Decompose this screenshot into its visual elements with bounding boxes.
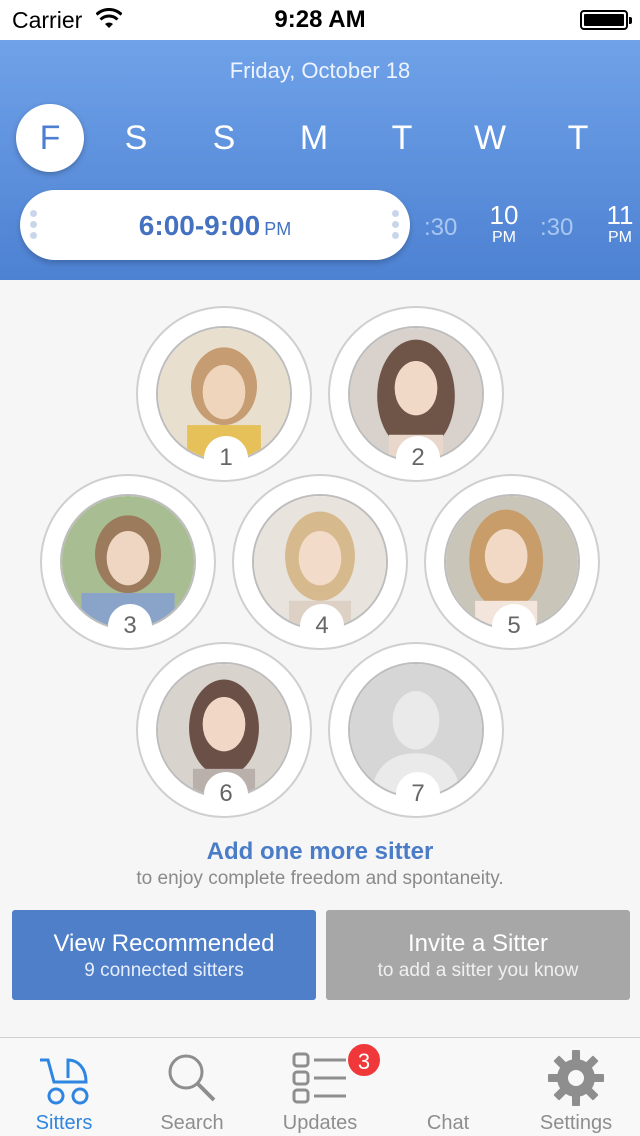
invite-sitter-title: Invite a Sitter	[407, 930, 549, 957]
sitter-slot-1[interactable]: 1	[136, 306, 312, 482]
sitter-number: 3	[108, 604, 152, 648]
view-recommended-button[interactable]: View Recommended 9 connected sitters	[12, 910, 316, 1000]
tab-sitters[interactable]: Sitters	[0, 1038, 128, 1136]
sitter-slot-3[interactable]: 3	[40, 474, 216, 650]
time-tick: 11 PM	[602, 202, 638, 248]
invite-sitter-button[interactable]: Invite a Sitter to add a sitter you know	[326, 910, 630, 1000]
day-thursday[interactable]: T	[546, 106, 610, 170]
tab-settings[interactable]: Settings	[512, 1038, 640, 1136]
schedule-header: Friday, October 18 F S S M T W T 6:00-9:…	[0, 40, 640, 280]
day-sunday[interactable]: S	[192, 106, 256, 170]
time-tick: :30	[424, 214, 458, 241]
day-saturday[interactable]: S	[104, 106, 168, 170]
day-wednesday[interactable]: W	[458, 106, 522, 170]
sitter-number: 5	[492, 604, 536, 648]
sitter-number: 4	[300, 604, 344, 648]
sitter-slot-2[interactable]: 2	[328, 306, 504, 482]
tab-search[interactable]: Search	[128, 1038, 256, 1136]
updates-badge: 3	[346, 1042, 382, 1078]
time-tick-hour: 11	[606, 200, 634, 230]
sitter-number: 6	[204, 772, 248, 816]
time-range-ampm: PM	[264, 219, 292, 239]
sitter-slot-4[interactable]: 4	[232, 474, 408, 650]
status-bar: Carrier 9:28 AM	[0, 0, 640, 40]
clock: 9:28 AM	[274, 6, 366, 33]
date-label: Friday, October 18	[229, 58, 411, 83]
invite-sitter-subtitle: to add a sitter you know	[377, 960, 579, 981]
right-drag-handle[interactable]	[392, 210, 400, 240]
tab-label: Search	[160, 1112, 224, 1134]
time-tick-ampm: PM	[492, 229, 516, 246]
time-tick-hour: 10	[489, 200, 519, 230]
time-tick-ampm: PM	[608, 229, 632, 246]
sitter-number: 7	[396, 772, 440, 816]
tab-label: Settings	[539, 1112, 613, 1134]
time-range-slider[interactable]: 6:00-9:00 PM	[20, 190, 410, 260]
tab-bar: Sitters Search Updates 3 Chat Settings	[0, 1037, 640, 1136]
list-icon	[292, 1052, 346, 1104]
sitter-slot-7-empty[interactable]: 7	[328, 642, 504, 818]
sitter-slot-5[interactable]: 5	[424, 474, 600, 650]
time-tick: 10 PM	[486, 202, 522, 248]
day-tuesday[interactable]: T	[370, 106, 434, 170]
tab-label: Sitters	[35, 1112, 93, 1134]
view-recommended-title: View Recommended	[53, 930, 275, 957]
time-tick: :30	[540, 214, 574, 241]
day-friday[interactable]: F	[16, 104, 84, 172]
sitter-number: 2	[396, 436, 440, 480]
time-range-value: 6:00-9:00	[138, 210, 261, 241]
add-sitter-subtitle: to enjoy complete freedom and spontaneit…	[136, 868, 504, 889]
tab-label: Updates	[282, 1112, 358, 1134]
time-range-label: 6:00-9:00 PM	[20, 210, 410, 242]
tab-chat[interactable]: Chat	[384, 1038, 512, 1136]
view-recommended-subtitle: 9 connected sitters	[84, 960, 244, 981]
search-icon	[168, 1054, 216, 1102]
day-monday[interactable]: M	[282, 106, 346, 170]
add-sitter-title[interactable]: Add one more sitter	[0, 838, 640, 866]
stroller-icon	[40, 1058, 89, 1105]
tab-label: Chat	[426, 1112, 470, 1134]
sitter-number: 1	[204, 436, 248, 480]
sitter-slot-6[interactable]: 6	[136, 642, 312, 818]
battery-icon	[580, 10, 632, 30]
gear-icon	[548, 1050, 604, 1106]
